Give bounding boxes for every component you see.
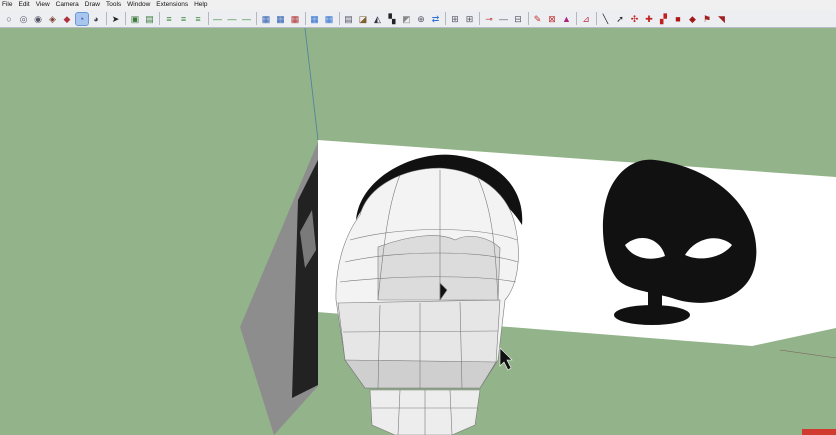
look-around-icon[interactable]: ◕ [90,13,102,25]
menu-window[interactable]: Window [124,0,153,10]
toolbar-separator [125,12,126,25]
scale-icon[interactable]: ✣ [629,13,641,25]
protractor-icon[interactable]: ⊿ [580,13,592,25]
toolbar-separator [338,12,340,25]
toolbar-separator [576,12,577,25]
shadows-icon[interactable]: ◩ [401,13,413,25]
box-icon[interactable]: ■ [672,13,684,25]
pyramid-icon[interactable]: ▲ [561,13,573,25]
toolbar-separator [445,12,446,25]
component-icon[interactable]: ▣ [129,13,141,25]
grid-layers-icon[interactable]: ▦ [323,13,335,25]
tape-measure-icon[interactable]: ╲ [600,13,612,25]
swap-icon[interactable]: ⇄ [430,13,442,25]
menu-camera[interactable]: Camera [53,0,82,10]
flag-icon[interactable]: ⚑ [701,13,713,25]
text-label-icon[interactable]: ⊠ [546,13,558,25]
view-top-icon[interactable]: ▦ [275,13,287,25]
menu-draw[interactable]: Draw [82,0,103,10]
toolbar-separator [159,12,160,25]
dim-red-icon[interactable]: ⊸ [483,13,495,25]
follow-me-icon[interactable]: ◥ [716,13,728,25]
push-pull-icon[interactable]: ▞ [658,13,670,25]
menu-tools[interactable]: Tools [103,0,124,10]
status-indicator-button[interactable] [802,429,836,435]
toolbar-separator [304,12,306,25]
3d-viewport[interactable] [0,28,836,435]
select-arrow-icon[interactable]: ➤ [110,13,122,25]
align-left-icon[interactable]: ≡ [163,13,175,25]
menu-view[interactable]: View [33,0,53,10]
toolbar-separator [595,12,597,25]
toolbar-separator [256,12,257,25]
checker-icon[interactable]: ▚ [386,13,398,25]
paint-bucket-icon[interactable]: ◈ [47,13,59,25]
zoom-extents-icon[interactable]: ◉ [32,13,44,25]
grid-blue-icon[interactable]: ▦ [309,13,321,25]
view-iso-icon[interactable]: ▦ [260,13,272,25]
sandbox-icon[interactable]: ⊕ [415,13,427,25]
zoom-icon[interactable]: ◎ [18,13,30,25]
toolbar-separator [479,12,480,25]
toolbar-separator [207,12,209,25]
menu-help[interactable]: Help [191,0,210,10]
align-center-icon[interactable]: ≡ [178,13,190,25]
line-long-icon[interactable]: — [241,13,253,25]
menu-bar: File Edit View Camera Draw Tools Window Extensi… [0,0,836,10]
main-toolbar: ○ ◎ ◉ ◈ ◆ ◔ ◕ ➤ ▣ ▤ ≡ ≡ ≡ — — — ▦ ▦ ▦ ▦ ▦ ▤ ◪ ◭ ▚ ◩ ⊕ ⇄ ⊞ ⊞ ⊸ — ⊟ ✎ ⊠ ▲ ⊿ ╲ ➚ ✣… [0,10,836,28]
menu-extensions[interactable]: Extensions [153,0,191,10]
align-right-icon[interactable]: ≡ [192,13,204,25]
group-icon[interactable]: ▤ [144,13,156,25]
line-mid-icon[interactable]: — [226,13,238,25]
section-plane-icon[interactable]: ⊞ [449,13,461,25]
menu-edit[interactable]: Edit [15,0,32,10]
view-front-icon[interactable]: ▦ [289,13,301,25]
pencil-icon[interactable]: ✎ [532,13,544,25]
select-circle-icon[interactable]: ○ [3,13,15,25]
hat-icon[interactable]: ◭ [372,13,384,25]
scenes-icon[interactable]: ▤ [343,13,355,25]
plus-icon[interactable]: ✚ [643,13,655,25]
eraser-icon[interactable]: ◆ [61,13,73,25]
section-cut-icon[interactable]: ⊞ [464,13,476,25]
dim-line-icon[interactable]: — [498,13,510,25]
toolbar-separator [105,12,107,25]
line-short-icon[interactable]: — [212,13,224,25]
dim-box-icon[interactable]: ⊟ [512,13,524,25]
toolbar-separator [527,12,529,25]
styles-icon[interactable]: ◪ [357,13,369,25]
cube-icon[interactable]: ◆ [687,13,699,25]
move-cursor-icon[interactable]: ➚ [614,13,626,25]
menu-file[interactable]: File [0,0,15,10]
orbit-icon[interactable]: ◔ [74,11,89,26]
